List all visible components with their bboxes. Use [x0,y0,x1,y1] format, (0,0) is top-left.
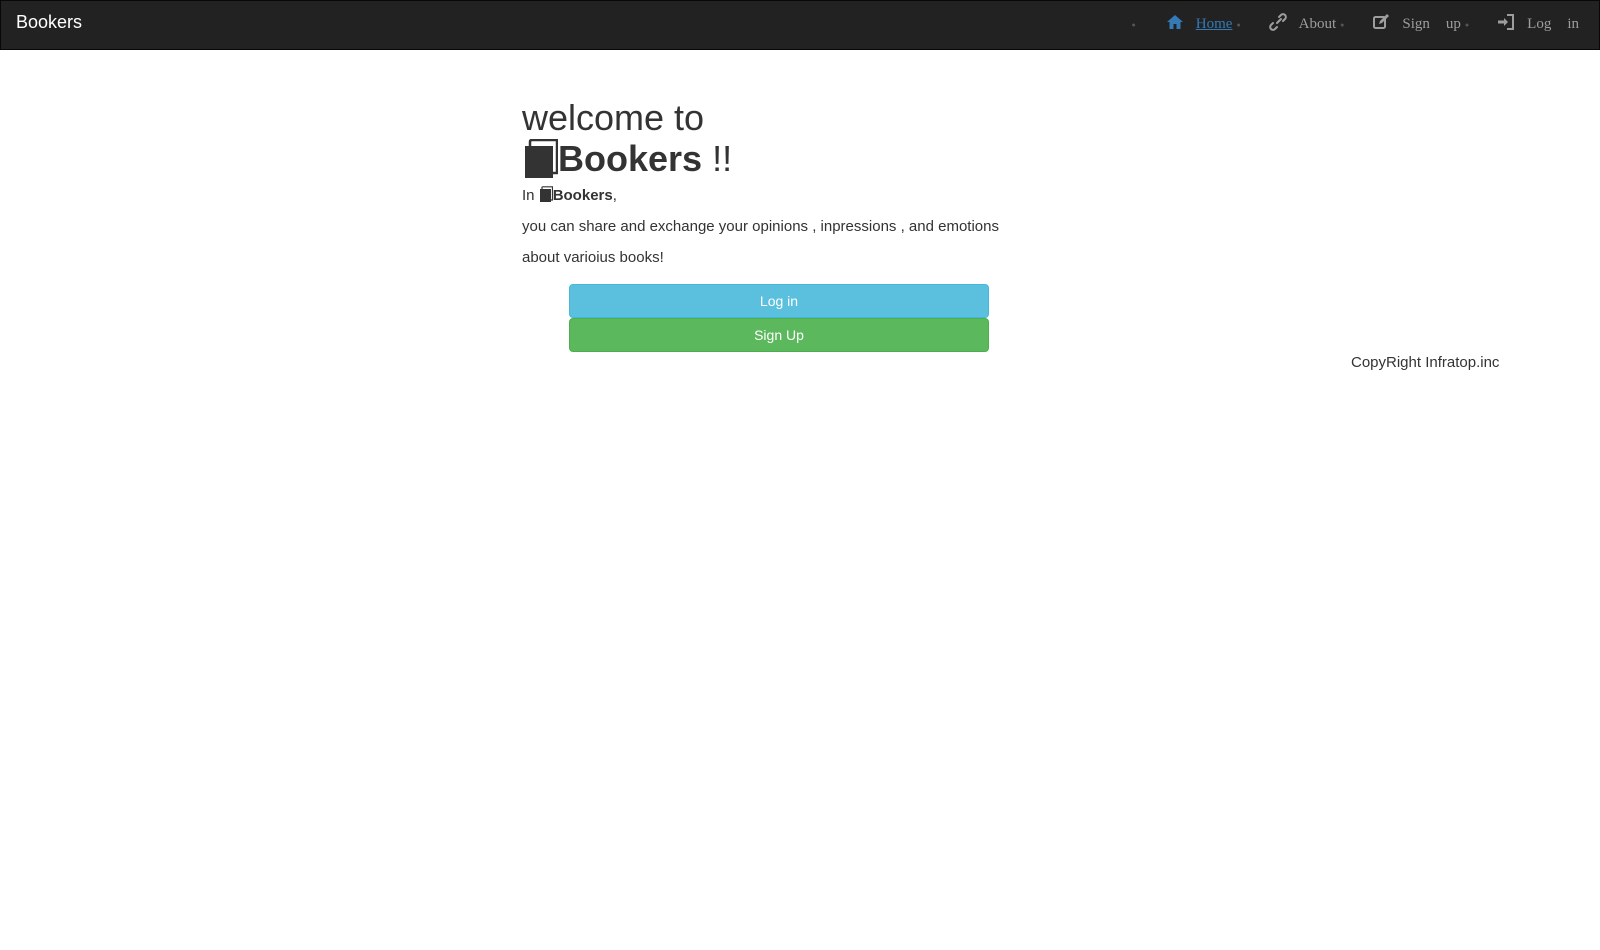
login-button[interactable]: Log in [569,284,989,318]
nav-item-signup-label-2: up [1445,15,1461,32]
nav-item-about-label: About [1298,15,1337,32]
nav-item-login[interactable]: Log in [1497,13,1579,33]
brand-heading: Bookers !! [522,138,1042,180]
nav-bullet: ● [1236,21,1241,29]
brand-link[interactable]: Bookers [16,12,82,33]
nav-bullet: ● [1464,21,1470,29]
nav-item-signup[interactable]: Sign up [1372,13,1461,33]
intro-suffix: , [612,187,617,204]
book-icon [525,139,558,178]
nav-item-home[interactable]: Home [1166,13,1233,33]
intro-line: In Bookers, [522,180,1042,211]
nav-item-login-label-2: in [1567,15,1579,32]
nav-item-signup-label-1: Sign [1402,15,1430,32]
nav-item-about[interactable]: About [1268,13,1337,33]
nav-bullet: ● [1131,21,1136,29]
brand-heading-name: Bookers [558,138,703,179]
nav-item-home-label: Home [1195,15,1233,32]
nav-menu: ● Home ● About ● Sign up ● Log in [1128,13,1579,33]
home-icon [1166,13,1184,31]
nav-bullet: ● [1340,21,1345,29]
intro-prefix: In [522,187,535,204]
welcome-heading: welcome to [522,97,705,138]
book-icon [539,186,553,202]
intro-brand: Bookers [552,187,613,204]
top-navbar: Bookers ● Home ● About ● Sign up ● Log i… [0,0,1600,50]
copyright-footer: CopyRight Infratop.inc [1351,354,1500,371]
link-icon [1268,13,1287,31]
edit-icon [1372,13,1390,31]
action-buttons: Log in Sign Up [569,284,989,352]
main-content: welcome to Bookers !! In Bookers, you ca… [522,98,1042,273]
description-line-1: you can share and exchange your opinions… [522,218,999,235]
description-line-2: about varioius books! [522,249,664,266]
nav-item-login-label-1: Log [1527,15,1552,32]
signup-button[interactable]: Sign Up [569,318,989,352]
login-icon [1497,13,1515,31]
brand-heading-exclaim: !! [712,138,733,179]
